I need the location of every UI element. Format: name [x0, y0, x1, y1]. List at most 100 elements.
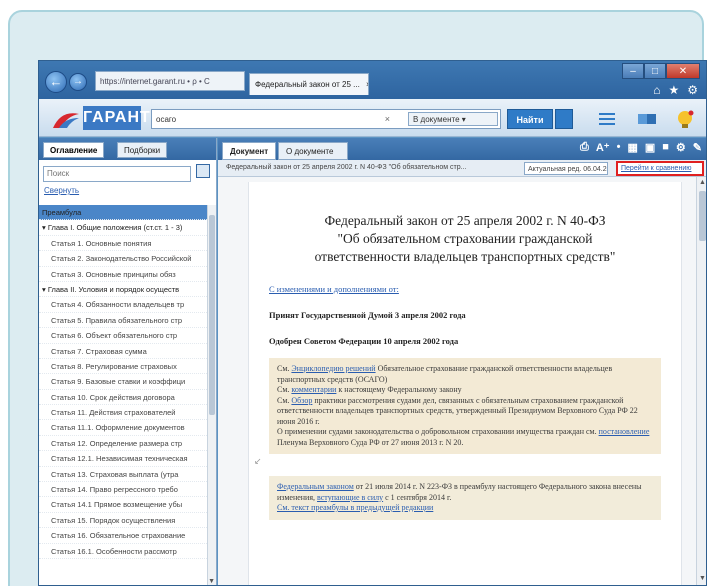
- list-icon[interactable]: [595, 108, 619, 130]
- edition-select[interactable]: Актуальная ред. 06.04.2015 ▾: [524, 162, 608, 175]
- search-input[interactable]: осаго × В документе ▾: [151, 109, 501, 129]
- note1-p2: См. комментарии к настоящему Федеральном…: [277, 385, 653, 396]
- review-link[interactable]: Обзор: [291, 396, 312, 405]
- tree-item[interactable]: Статья 14.1 Прямое возмещение убы: [39, 497, 207, 513]
- contents-search-button[interactable]: [196, 164, 210, 178]
- address-suffix: • ρ • C: [187, 77, 210, 86]
- tree-item[interactable]: Статья 10. Срок действия договора: [39, 390, 207, 406]
- document-scrollbar[interactable]: ▲ ▼: [696, 177, 706, 585]
- save-icon[interactable]: ▦: [627, 141, 637, 154]
- approved-line: Одобрен Советом Федерации 10 апреля 2002…: [269, 336, 459, 346]
- browser-tab-active[interactable]: Федеральный закон от 25 ... ×: [249, 73, 369, 95]
- tree-item[interactable]: Статья 13. Страховая выплата (утра: [39, 467, 207, 483]
- window-controls: – □ ✕: [622, 63, 700, 79]
- bookmark-icon[interactable]: •: [617, 141, 621, 154]
- note2-p1-post: с 1 сентября 2014 г.: [383, 492, 452, 502]
- contents-search: [43, 163, 212, 183]
- tab-title: Федеральный закон от 25 ...: [255, 80, 360, 89]
- tree-item[interactable]: Статья 12.1. Независимая техническая: [39, 451, 207, 467]
- browser-icons: ⌂ ★ ⚙: [653, 83, 698, 97]
- title-line-3: ответственности владельцев транспортных …: [314, 249, 616, 264]
- tree-item[interactable]: Преамбула: [39, 205, 207, 221]
- collapse-link[interactable]: Свернуть: [39, 186, 216, 200]
- tab-close-icon[interactable]: ×: [366, 80, 368, 89]
- home-icon[interactable]: ⌂: [653, 83, 660, 97]
- contents-scrollbar[interactable]: ▼: [207, 205, 216, 585]
- tree-item[interactable]: Статья 11. Действия страхователей: [39, 405, 207, 421]
- lightbulb-icon[interactable]: [673, 108, 697, 130]
- search-scope-select[interactable]: В документе ▾: [408, 112, 498, 126]
- note-box-1: См. Энциклопедию решений Обязательное ст…: [269, 358, 661, 454]
- federal-law-link[interactable]: Федеральным законом: [277, 482, 354, 491]
- tree-item[interactable]: Статья 16. Обязательное страхование: [39, 528, 207, 544]
- scroll-up-arrow-icon[interactable]: ▲: [698, 179, 706, 189]
- tree-item[interactable]: Статья 3. Основные принципы обяз: [39, 267, 207, 282]
- tree-item[interactable]: Статья 11.1. Оформление документов: [39, 420, 207, 436]
- scroll-down-arrow-icon[interactable]: ▼: [208, 578, 215, 585]
- left-panel: Оглавление Подборки Свернуть Преамбула▾ …: [39, 138, 217, 585]
- settings-icon[interactable]: ⚙: [676, 141, 686, 154]
- gear-icon[interactable]: ⚙: [687, 83, 698, 97]
- document-tabs: Документ О документе ⎙ A⁺ • ▦ ▣ ■ ⚙ ✎: [218, 138, 706, 160]
- contents-scroll-thumb[interactable]: [209, 215, 215, 415]
- changes-link[interactable]: С изменениями и дополнениями от:: [269, 284, 669, 294]
- compare-icon[interactable]: [635, 108, 659, 130]
- entering-force-link[interactable]: вступающие в силу: [317, 493, 383, 502]
- note-box-2: Федеральным законом от 21 июля 2014 г. N…: [269, 476, 661, 520]
- tree-item[interactable]: Статья 14. Право регрессного требо: [39, 482, 207, 498]
- star-icon[interactable]: ★: [668, 83, 679, 97]
- comment-marker-icon[interactable]: ↙: [254, 456, 262, 467]
- previous-edition-link[interactable]: См. текст преамбулы в предыдущей редакци…: [277, 503, 653, 514]
- tree-item[interactable]: ▾ Глава II. Условия и порядок осуществ: [39, 282, 207, 298]
- print-icon[interactable]: ⎙: [580, 141, 589, 154]
- doc-scroll-down-arrow-icon[interactable]: ▼: [698, 575, 706, 585]
- tree-item[interactable]: Статья 8. Регулирование страховых: [39, 359, 207, 375]
- font-size-icon[interactable]: A⁺: [596, 141, 610, 154]
- compare-link-highlighted[interactable]: Перейти к сравнению: [616, 161, 704, 176]
- minimize-icon[interactable]: –: [622, 63, 644, 79]
- document-tools: ⎙ A⁺ • ▦ ▣ ■ ⚙ ✎: [580, 141, 702, 154]
- back-button[interactable]: ←: [45, 71, 67, 93]
- close-window-icon[interactable]: ✕: [666, 63, 700, 79]
- note1-p4-pre: О применении судами законодательства о д…: [277, 427, 599, 436]
- forward-button[interactable]: →: [69, 73, 87, 91]
- note1-p3: См. Обзор практики рассмотрения судами д…: [277, 396, 653, 428]
- tree-item[interactable]: Статья 16.1. Особенности рассмотр: [39, 544, 207, 559]
- tab-collections[interactable]: Подборки: [117, 142, 168, 158]
- tab-document[interactable]: Документ: [222, 142, 277, 160]
- title-line-1: Федеральный закон от 25 апреля 2002 г. N…: [324, 213, 606, 228]
- comments-link[interactable]: комментарии: [291, 385, 336, 394]
- tree-item[interactable]: Статья 9. Базовые ставки и коэффици: [39, 374, 207, 390]
- edit-icon[interactable]: ✎: [693, 141, 702, 154]
- tree-item[interactable]: Статья 7. Страховая сумма: [39, 344, 207, 359]
- garant-logo-mark-icon: [53, 113, 79, 128]
- document-scroll-thumb[interactable]: [699, 191, 706, 241]
- tab-about-label: О документе: [286, 147, 334, 156]
- search-clear-icon[interactable]: ×: [385, 114, 390, 124]
- address-bar[interactable]: https://internet.garant.ru • ρ • C: [95, 71, 245, 91]
- export-icon[interactable]: ▣: [645, 141, 655, 154]
- adopted-line: Принят Государственной Думой 3 апреля 20…: [269, 310, 466, 320]
- tree-item[interactable]: ▾ Глава I. Общие положения (ст.ст. 1 - 3…: [39, 220, 207, 236]
- document-name-line: Федеральный закон от 25 апреля 2002 г. N…: [226, 164, 467, 171]
- note1-p4-post: Пленума Верховного Суда РФ от 27 июня 20…: [277, 437, 464, 447]
- note1-p4: О применении судами законодательства о д…: [277, 427, 653, 448]
- tree-item[interactable]: Статья 12. Определение размера стр: [39, 436, 207, 452]
- contents-search-input[interactable]: [43, 165, 191, 182]
- stop-icon[interactable]: ■: [662, 141, 669, 154]
- tree-item[interactable]: Статья 4. Обязанности владельцев тр: [39, 297, 207, 313]
- search-options-button[interactable]: [555, 109, 573, 129]
- resolution-link[interactable]: постановление: [599, 427, 650, 436]
- search-button[interactable]: Найти: [507, 109, 553, 129]
- tree-item[interactable]: Статья 2. Законодательство Российской: [39, 251, 207, 267]
- encyclopedia-link[interactable]: Энциклопедию решений: [291, 364, 375, 373]
- tab-contents[interactable]: Оглавление: [43, 142, 105, 158]
- search-value: осаго: [156, 115, 177, 124]
- tree-item[interactable]: Статья 6. Объект обязательного стр: [39, 328, 207, 344]
- tab-about-document[interactable]: О документе: [278, 142, 348, 160]
- tree-item[interactable]: Статья 15. Порядок осуществления: [39, 513, 207, 529]
- tree-item[interactable]: Статья 5. Правила обязательного стр: [39, 313, 207, 329]
- garant-logo[interactable]: ГАРАНТ: [51, 104, 150, 132]
- maximize-icon[interactable]: □: [644, 63, 666, 79]
- tree-item[interactable]: Статья 1. Основные понятия: [39, 236, 207, 252]
